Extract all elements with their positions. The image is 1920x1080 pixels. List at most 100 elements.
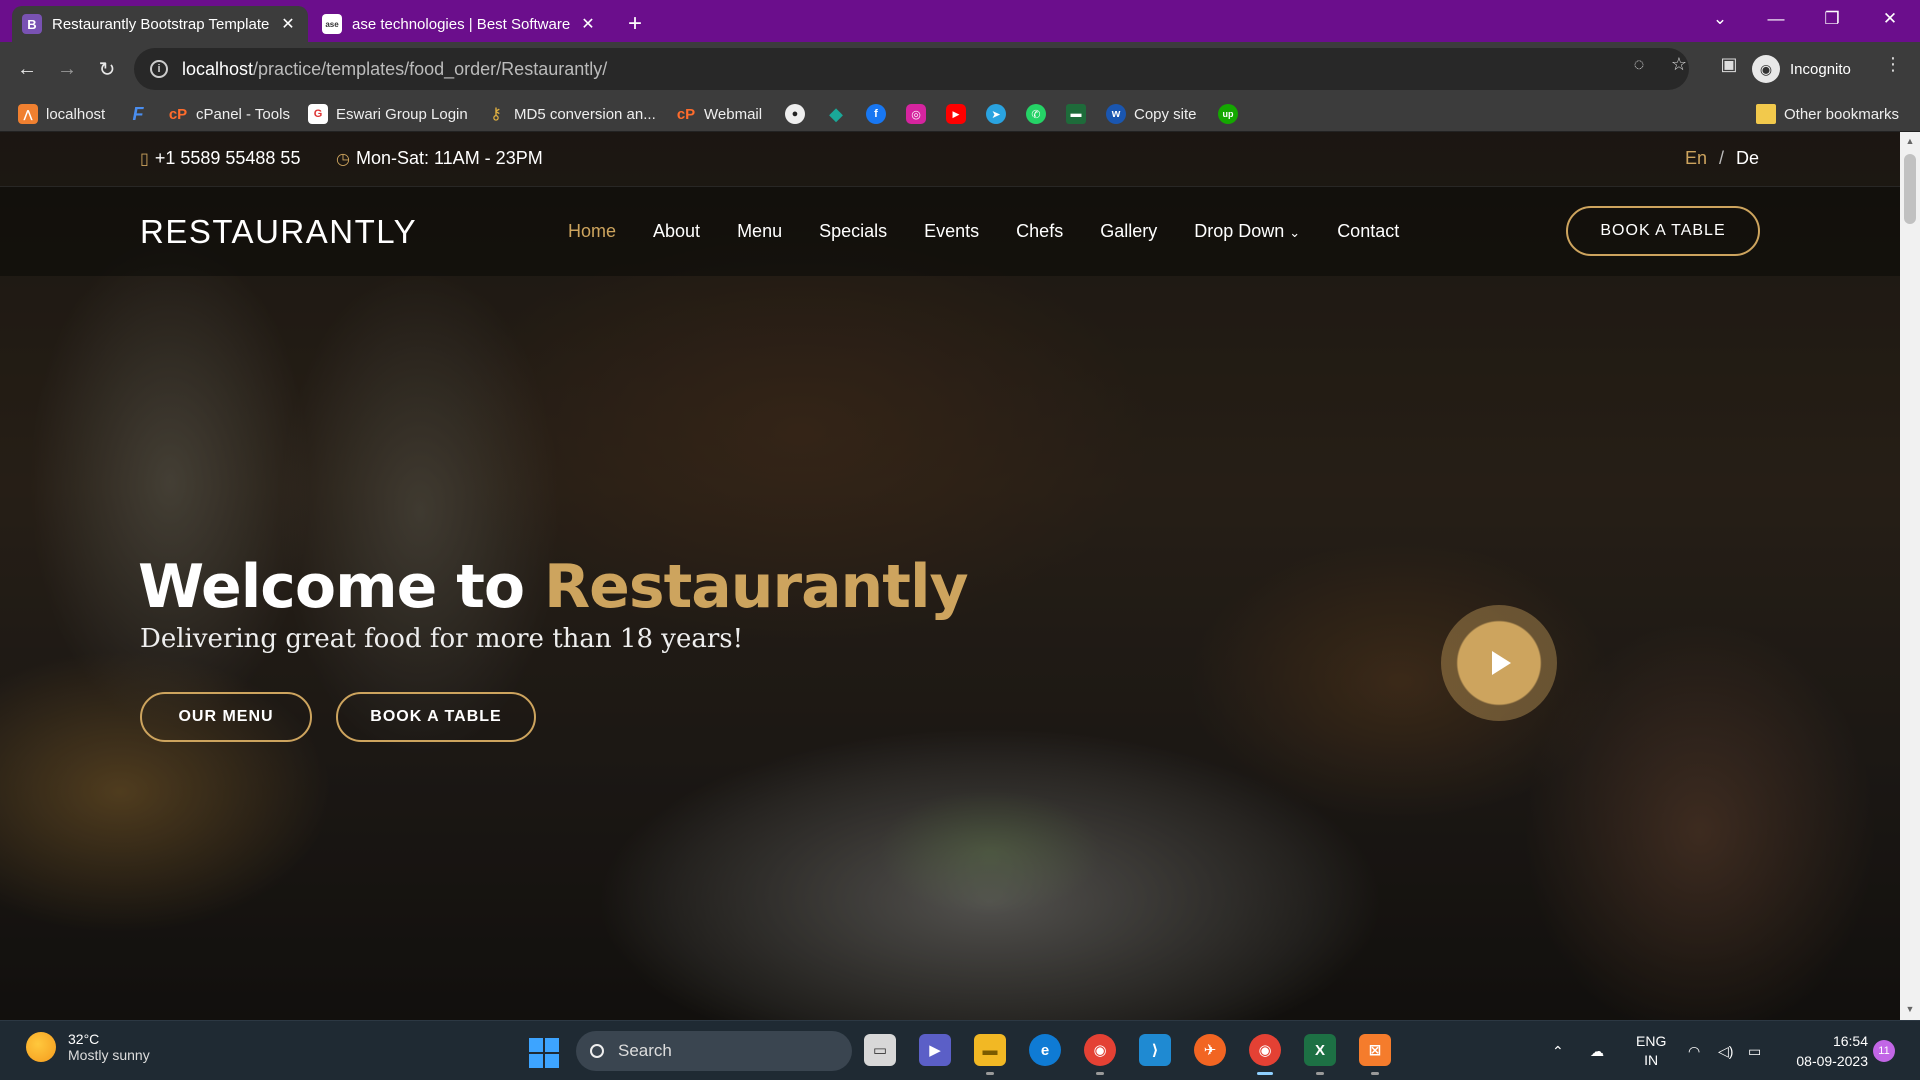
taskbar-search[interactable]: Search (576, 1031, 852, 1071)
file-explorer-icon[interactable]: ▬ (974, 1034, 1006, 1075)
phone-number: +1 5589 55488 55 (154, 148, 301, 168)
bootstrap-favicon-icon: B (22, 14, 42, 34)
bookmark-github[interactable]: ● (785, 102, 805, 126)
chrome-icon[interactable]: ◉ (1084, 1034, 1116, 1075)
tab-search-button[interactable]: ⌄ (1692, 0, 1748, 38)
tab-restaurantly[interactable]: B Restaurantly Bootstrap Template ✕ (12, 6, 308, 42)
incognito-profile[interactable]: ◉ Incognito (1752, 53, 1851, 85)
onedrive-cloud-icon[interactable]: ☁ (1590, 1021, 1604, 1080)
bookmark-diamond[interactable]: ◆ (826, 102, 846, 126)
bookmark-youtube[interactable]: ▶ (946, 102, 966, 126)
new-tab-button[interactable]: + (620, 9, 650, 39)
excel-icon[interactable]: X (1304, 1034, 1336, 1075)
close-tab-icon[interactable]: ✕ (578, 14, 598, 34)
task-view-icon[interactable]: ▭ (864, 1034, 896, 1066)
lang-line2: IN (1644, 1052, 1659, 1068)
lang-en-link[interactable]: En (1685, 148, 1707, 169)
site-info-icon[interactable]: i (150, 60, 168, 78)
wifi-icon[interactable]: ◠ (1688, 1021, 1700, 1080)
nav-about[interactable]: About (653, 221, 700, 242)
clock[interactable]: 16:54 08-09-2023 (1782, 1031, 1868, 1071)
scrollbar-thumb[interactable] (1904, 154, 1916, 224)
key-icon: ⚷ (490, 106, 502, 123)
f-icon: F (132, 103, 144, 124)
nav-gallery[interactable]: Gallery (1100, 221, 1157, 242)
bookmark-localhost[interactable]: ⋀ localhost (18, 102, 105, 126)
bookmark-webmail[interactable]: cP Webmail (676, 102, 762, 126)
bookmark-label: Copy site (1134, 105, 1197, 123)
bookmark-cpanel-tools[interactable]: cP cPanel - Tools (168, 102, 290, 126)
telegram-icon: ➤ (986, 104, 1006, 124)
incognito-icon: ◉ (1752, 55, 1780, 83)
bookmark-instagram[interactable]: ◎ (906, 102, 926, 126)
url-text[interactable]: localhost/practice/templates/food_order/… (182, 59, 607, 80)
eye-slash-icon[interactable]: ◌ (1628, 53, 1650, 75)
weather-widget[interactable]: 32°C Mostly sunny (26, 1031, 150, 1063)
tab-title: ase technologies | Best Software (352, 15, 571, 33)
bookmark-eswari[interactable]: G Eswari Group Login (308, 102, 468, 126)
xampp-icon[interactable]: ⊠ (1359, 1034, 1391, 1075)
more-menu-icon[interactable]: ⋮ (1882, 53, 1904, 75)
bookmark-whatsapp[interactable]: ✆ (1026, 102, 1046, 126)
bookmark-label: MD5 conversion an... (514, 105, 656, 123)
other-bookmarks[interactable]: Other bookmarks (1756, 102, 1899, 126)
bookmark-md5[interactable]: ⚷ MD5 conversion an... (486, 102, 656, 126)
instagram-icon: ◎ (906, 104, 926, 124)
top-info-bar: ▯ +1 5589 55488 55 ◷ Mon-Sat: 11AM - 23P… (0, 132, 1900, 186)
volume-icon[interactable]: ◁) (1718, 1021, 1733, 1080)
edge-icon[interactable]: e (1029, 1034, 1061, 1066)
our-menu-button[interactable]: OUR MENU (140, 692, 312, 742)
main-nav: Home About Menu Specials Events Chefs Ga… (568, 221, 1436, 242)
play-video-button[interactable] (1441, 605, 1557, 721)
hero-book-table-button[interactable]: BOOK A TABLE (336, 692, 536, 742)
nav-home[interactable]: Home (568, 221, 616, 242)
back-button[interactable]: ← (12, 54, 42, 84)
vscode-icon[interactable]: ⟩ (1139, 1034, 1171, 1066)
windows-taskbar: 32°C Mostly sunny Search ▭ ▶ ▬ e ◉ ⟩ ✈ ◉… (0, 1020, 1920, 1080)
search-label: Search (618, 1041, 672, 1060)
close-window-button[interactable]: ✕ (1862, 0, 1918, 38)
lang-de-link[interactable]: De (1736, 148, 1759, 169)
show-hidden-icons[interactable]: ⌃ (1552, 1021, 1564, 1080)
bookmark-facebook[interactable]: f (866, 102, 886, 126)
nav-menu[interactable]: Menu (737, 221, 782, 242)
bookmark-upwork[interactable]: up (1218, 102, 1238, 126)
page-scrollbar[interactable]: ▲ ▼ (1900, 132, 1920, 1020)
close-tab-icon[interactable]: ✕ (278, 14, 298, 34)
forward-button[interactable]: → (52, 54, 82, 84)
book-table-button[interactable]: BOOK A TABLE (1566, 206, 1760, 256)
restore-button[interactable]: ❐ (1804, 0, 1860, 38)
clock-time: 16:54 (1832, 1033, 1868, 1049)
side-panel-icon[interactable]: ▣ (1718, 53, 1740, 75)
diamond-icon: ◆ (829, 103, 843, 124)
site-logo[interactable]: RESTAURANTLY (140, 213, 417, 251)
scroll-down-arrow[interactable]: ▼ (1905, 1004, 1915, 1014)
minimize-button[interactable]: — (1748, 0, 1804, 38)
scroll-up-arrow[interactable]: ▲ (1905, 136, 1915, 146)
nav-chefs[interactable]: Chefs (1016, 221, 1063, 242)
chrome-incognito-icon[interactable]: ◉ (1249, 1034, 1281, 1075)
nav-contact[interactable]: Contact (1337, 221, 1399, 242)
bookmark-copy-site[interactable]: w Copy site (1106, 102, 1197, 126)
nav-dropdown[interactable]: Drop Down ⌄ (1194, 221, 1300, 242)
clock-icon: ◷ (336, 150, 350, 168)
bookmark-telegram[interactable]: ➤ (986, 102, 1006, 126)
postman-icon[interactable]: ✈ (1194, 1034, 1226, 1066)
bookmark-folder-green[interactable]: ▬ (1066, 102, 1086, 126)
battery-icon[interactable]: ▭ (1748, 1021, 1761, 1080)
bookmark-label: Eswari Group Login (336, 105, 468, 123)
tab-ase-technologies[interactable]: ase ase technologies | Best Software ✕ (312, 6, 608, 42)
notification-badge[interactable]: 11 (1873, 1040, 1895, 1062)
address-bar[interactable]: i localhost/practice/templates/food_orde… (134, 48, 1689, 90)
nav-events[interactable]: Events (924, 221, 979, 242)
reload-button[interactable]: ↻ (92, 54, 122, 84)
language-indicator[interactable]: ENG IN (1636, 1021, 1666, 1080)
nav-specials[interactable]: Specials (819, 221, 887, 242)
tab-strip: B Restaurantly Bootstrap Template ✕ ase … (0, 0, 1920, 42)
bookmark-f[interactable]: F (128, 102, 148, 126)
bookmark-star-icon[interactable]: ☆ (1668, 53, 1690, 75)
site-header: RESTAURANTLY Home About Menu Specials Ev… (0, 186, 1900, 276)
teams-chat-icon[interactable]: ▶ (919, 1034, 951, 1066)
youtube-icon: ▶ (946, 104, 966, 124)
windows-start-icon[interactable] (529, 1038, 559, 1068)
